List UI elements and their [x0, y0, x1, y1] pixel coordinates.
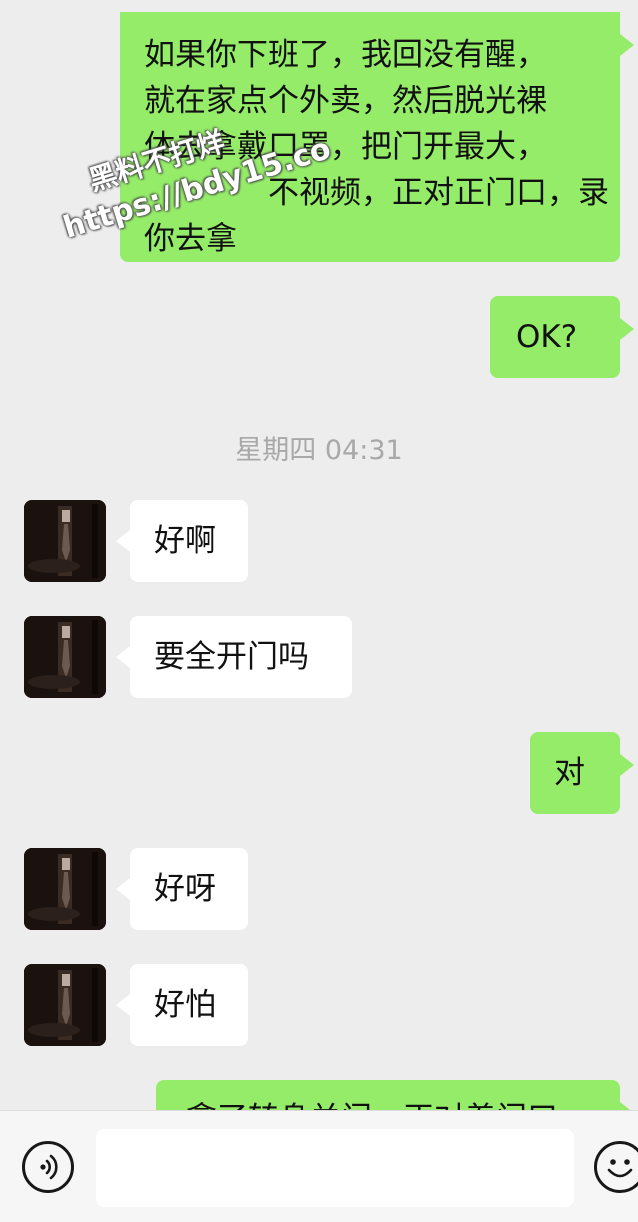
contact-avatar[interactable] [24, 500, 106, 582]
message-bubble-incoming[interactable]: 要全开门吗 [116, 616, 352, 698]
smile-emoji-icon[interactable] [594, 1141, 638, 1193]
message-bubble-incoming[interactable]: 好呀 [116, 848, 248, 930]
message-text: 好啊 [154, 523, 216, 559]
contact-avatar[interactable] [24, 964, 106, 1046]
message-input[interactable] [96, 1129, 574, 1207]
avatar-image-icon [24, 616, 106, 698]
message-line: 如果你下班了，我回没有醒， [144, 37, 547, 73]
message-bubble-incoming[interactable]: 好怕 [116, 964, 248, 1046]
contact-avatar[interactable] [24, 616, 106, 698]
voice-wave-icon[interactable] [22, 1141, 74, 1193]
avatar-image-icon [24, 964, 106, 1046]
message-bubble-incoming[interactable]: 好啊 [116, 500, 248, 582]
avatar-image-icon [24, 848, 106, 930]
message-text: 好怕 [154, 987, 216, 1023]
message-text: 好呀 [154, 871, 216, 907]
message-line: 体去拿戴口罩，把门开最大， [144, 129, 547, 165]
message-bubble-outgoing[interactable]: 拿了转身关门，正对着门口 [156, 1080, 634, 1110]
chat-input-bar [0, 1110, 638, 1222]
avatar-image-icon [24, 500, 106, 582]
message-bubble-outgoing[interactable]: 对 [530, 732, 634, 814]
message-line: 你去拿 [144, 221, 237, 257]
chat-area[interactable]: 如果你下班了，我回没有醒， 就在家点个外卖，然后脱光裸 体去拿戴口罩，把门开最大… [0, 0, 638, 1110]
message-text: 要全开门吗 [154, 639, 309, 675]
message-line: 就在家点个外卖，然后脱光裸 [144, 83, 547, 119]
message-bubble-outgoing[interactable]: 如果你下班了，我回没有醒， 就在家点个外卖，然后脱光裸 体去拿戴口罩，把门开最大… [120, 12, 634, 262]
message-bubble-outgoing[interactable]: OK? [490, 296, 634, 378]
message-text: 对 [554, 755, 585, 791]
message-text: OK? [516, 319, 578, 355]
message-line: 不视频，正对正门口，录 [268, 175, 609, 211]
message-text: 拿了转身关门，正对着门口 [186, 1101, 558, 1110]
contact-avatar[interactable] [24, 848, 106, 930]
message-timestamp: 星期四 04:31 [235, 435, 403, 466]
